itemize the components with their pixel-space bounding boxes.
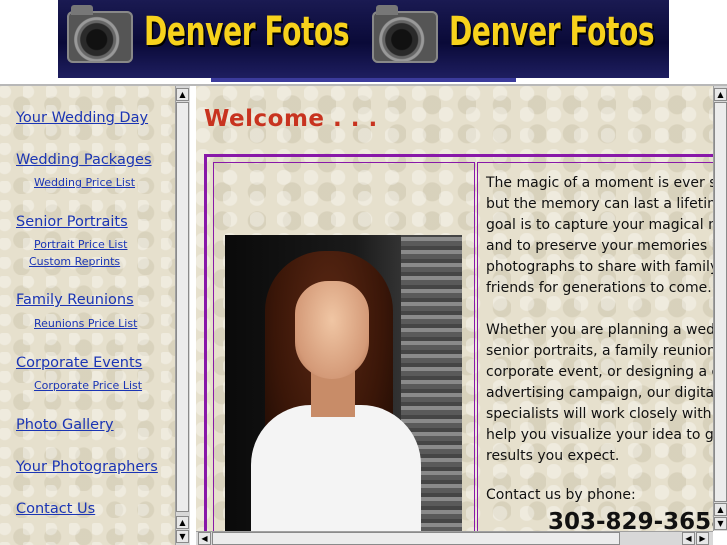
site-banner: Denver Fotos Denver Fotos — [58, 0, 669, 78]
camera-icon — [67, 5, 133, 63]
nav-frame: Your Wedding Day Wedding Packages Weddin… — [0, 86, 175, 545]
scrollbar-thumb[interactable] — [212, 532, 620, 545]
portrait-face — [295, 281, 369, 379]
text-line: advertising campaign, our digital i — [486, 385, 713, 401]
nav-photo-gallery[interactable]: Photo Gallery — [16, 417, 114, 433]
text-line: Whether you are planning a weddi — [486, 322, 713, 338]
nav-family-reunions[interactable]: Family Reunions — [16, 292, 134, 308]
scroll-right-icon[interactable]: ▶ — [696, 532, 709, 545]
nav-your-wedding-day[interactable]: Your Wedding Day — [16, 110, 148, 126]
nav-vertical-scrollbar[interactable]: ▲ ▲ ▼ — [175, 86, 190, 545]
text-line: friends for generations to come. — [486, 280, 712, 296]
content-table: The magic of a moment is ever so but the… — [204, 154, 713, 531]
scrollbar-thumb[interactable] — [176, 102, 189, 512]
scroll-up-icon[interactable]: ▲ — [714, 88, 727, 101]
contact-text: Contact us by phone: — [486, 485, 713, 506]
intro-paragraph: The magic of a moment is ever so but the… — [486, 173, 713, 299]
nav-reunions-price-list[interactable]: Reunions Price List — [34, 317, 137, 330]
text-line: and to preserve your memories in — [486, 238, 713, 254]
scroll-down-icon[interactable]: ▼ — [176, 530, 189, 543]
nav-wedding-price-list[interactable]: Wedding Price List — [34, 176, 135, 189]
camera-icon — [372, 5, 438, 63]
text-line: goal is to capture your magical mo — [486, 217, 713, 233]
text-line: specialists will work closely with y — [486, 406, 713, 422]
text-line: photographs to share with family a — [486, 259, 713, 275]
portrait-shirt — [251, 405, 421, 531]
scroll-up-icon[interactable]: ▲ — [176, 516, 189, 529]
banner-underline — [211, 78, 516, 82]
nav-wedding-packages[interactable]: Wedding Packages — [16, 152, 152, 168]
nav-corporate-events[interactable]: Corporate Events — [16, 355, 142, 371]
nav-senior-portraits[interactable]: Senior Portraits — [16, 214, 128, 230]
text-cell: The magic of a moment is ever so but the… — [477, 162, 713, 531]
content-horizontal-scrollbar[interactable]: ◀ ◀ ▶ — [196, 531, 713, 545]
nav-corporate-price-list[interactable]: Corporate Price List — [34, 379, 142, 392]
portrait-photo — [225, 235, 462, 531]
phone-number: 303-829-3658 — [548, 509, 713, 531]
content-vertical-scrollbar[interactable]: ▲ ▲ ▼ — [713, 86, 727, 531]
page-title: Welcome . . . — [204, 106, 378, 132]
scroll-up-icon[interactable]: ▲ — [714, 503, 727, 516]
scroll-up-icon[interactable]: ▲ — [176, 88, 189, 101]
photo-cell — [213, 162, 475, 531]
contact-label: Contact us by phone: — [486, 487, 636, 503]
text-line: corporate event, or designing a cr — [486, 364, 713, 380]
nav-custom-reprints[interactable]: Custom Reprints — [29, 255, 120, 268]
content-frame: Welcome . . . The magic of a moment is e… — [196, 86, 713, 531]
nav-portrait-price-list[interactable]: Portrait Price List — [34, 238, 128, 251]
nav-your-photographers[interactable]: Your Photographers — [16, 459, 158, 475]
services-paragraph: Whether you are planning a weddi senior … — [486, 320, 713, 467]
text-line: but the memory can last a lifetime — [486, 196, 713, 212]
scrollbar-thumb[interactable] — [714, 102, 727, 502]
brand-name: Denver Fotos — [144, 9, 350, 55]
text-line: senior portraits, a family reunion, — [486, 343, 713, 359]
nav-contact-us[interactable]: Contact Us — [16, 501, 95, 517]
scroll-left-icon[interactable]: ◀ — [682, 532, 695, 545]
brand-name-repeat: Denver Fotos — [449, 9, 655, 55]
scroll-down-icon[interactable]: ▼ — [714, 517, 727, 530]
scroll-left-icon[interactable]: ◀ — [198, 532, 211, 545]
text-line: results you expect. — [486, 448, 620, 464]
text-line: The magic of a moment is ever so — [486, 175, 713, 191]
text-line: help you visualize your idea to get — [486, 427, 713, 443]
